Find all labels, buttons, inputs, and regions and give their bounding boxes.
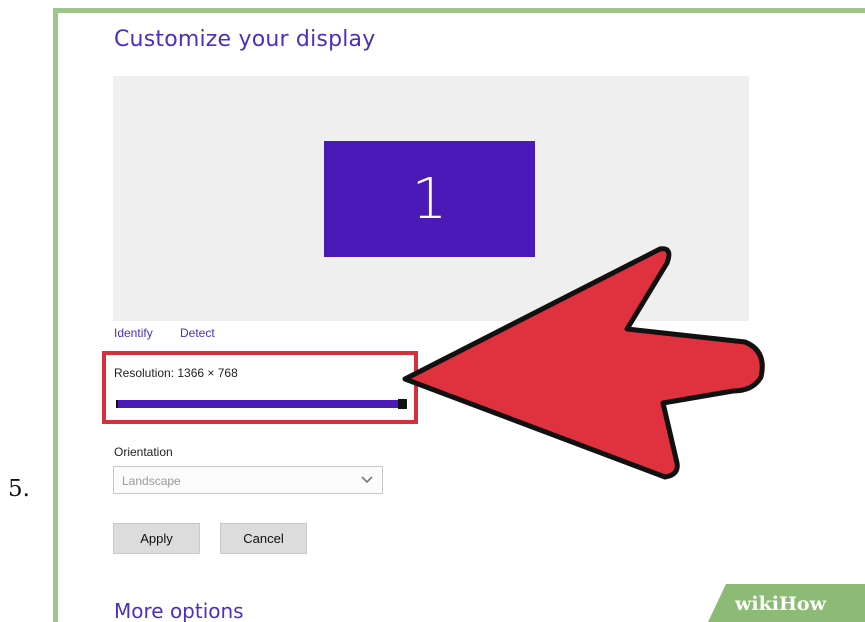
page-title: Customize your display <box>114 27 376 52</box>
more-options-heading: More options <box>114 599 244 622</box>
chevron-down-icon <box>361 476 373 484</box>
wikihow-watermark: wikiHow <box>735 593 826 615</box>
monitor-number: 1 <box>411 166 448 232</box>
orientation-label: Orientation <box>114 445 173 459</box>
watermark-how: How <box>778 593 826 615</box>
slider-start-mark <box>116 400 118 408</box>
red-arrow-icon <box>402 246 765 480</box>
identify-link[interactable]: Identify <box>114 326 153 340</box>
resolution-highlight-box <box>102 351 418 424</box>
step-number: 5. <box>8 476 30 502</box>
cancel-button[interactable]: Cancel <box>220 523 307 554</box>
orientation-dropdown[interactable]: Landscape <box>113 466 383 494</box>
orientation-value: Landscape <box>122 474 181 488</box>
apply-button[interactable]: Apply <box>113 523 200 554</box>
slider-fill <box>116 400 405 408</box>
resolution-label: Resolution: 1366 × 768 <box>114 366 238 380</box>
watermark-wiki: wiki <box>735 593 779 615</box>
resolution-slider[interactable] <box>116 399 407 409</box>
detect-link[interactable]: Detect <box>180 326 215 340</box>
